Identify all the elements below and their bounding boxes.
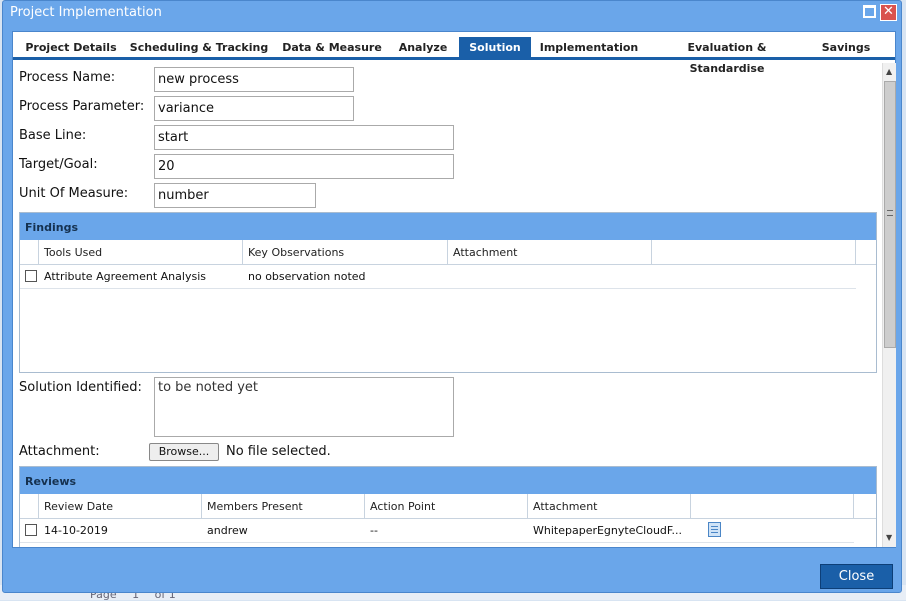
tab-bar: Project Details Scheduling & Tracking Da… (13, 32, 895, 75)
row-checkbox[interactable] (25, 524, 37, 536)
review-date-cell: 14-10-2019 (44, 524, 108, 537)
review-attachment-link[interactable]: WhitepaperEgnyteCloudF... (528, 519, 691, 542)
findings-col-tools[interactable]: Tools Used (39, 240, 243, 264)
findings-header: Tools Used Key Observations Attachment (20, 240, 876, 265)
row-checkbox[interactable] (25, 270, 37, 282)
findings-col-observations[interactable]: Key Observations (243, 240, 448, 264)
findings-title: Findings (20, 213, 876, 240)
unit-of-measure-field[interactable]: number (154, 183, 316, 208)
review-action-cell: -- (370, 524, 378, 537)
table-row[interactable]: Attribute Agreement Analysis no observat… (20, 265, 856, 289)
dialog-panel: Project Details Scheduling & Tracking Da… (12, 31, 896, 548)
target-goal-label: Target/Goal: (19, 157, 98, 172)
findings-tool-cell: Attribute Agreement Analysis (44, 270, 206, 283)
process-parameter-field[interactable]: variance (154, 96, 354, 121)
scrollbar-thumb[interactable] (884, 81, 896, 348)
review-members-cell: andrew (207, 524, 248, 537)
findings-attachment-cell (448, 265, 652, 288)
maximize-icon[interactable] (863, 5, 876, 18)
tab-solution[interactable]: Solution (459, 37, 531, 60)
tab-project-details[interactable]: Project Details (21, 37, 121, 60)
reviews-col-extra (691, 494, 854, 518)
attachment-label: Attachment: (19, 444, 100, 459)
tab-implementation[interactable]: Implementation (537, 37, 641, 60)
findings-observation-cell: no observation noted (248, 270, 366, 283)
reviews-select-header (20, 494, 39, 518)
reviews-header: Review Date Members Present Action Point… (20, 494, 876, 519)
file-status-text: No file selected. (226, 444, 331, 459)
process-name-label: Process Name: (19, 70, 116, 85)
findings-grid: Findings Tools Used Key Observations Att… (19, 212, 877, 373)
chevron-down-icon[interactable]: ▼ (886, 533, 892, 542)
dialog-title: Project Implementation (10, 5, 162, 20)
close-icon[interactable]: ✕ (880, 4, 897, 21)
unit-of-measure-label: Unit Of Measure: (19, 186, 129, 201)
process-name-field[interactable]: new process (154, 67, 354, 92)
tab-data-measure[interactable]: Data & Measure (279, 37, 385, 60)
solution-identified-textarea[interactable]: to be noted yet (154, 377, 454, 437)
table-row[interactable]: 14-10-2019 andrew -- WhitepaperEgnyteClo… (20, 519, 854, 543)
grip-icon (887, 210, 893, 216)
reviews-title: Reviews (20, 467, 876, 494)
close-button[interactable]: Close (820, 564, 893, 589)
process-parameter-label: Process Parameter: (19, 99, 145, 114)
tab-analyze[interactable]: Analyze (393, 37, 453, 60)
base-line-label: Base Line: (19, 128, 87, 143)
dialog-titlebar[interactable]: Project Implementation ✕ (3, 1, 901, 25)
browse-button[interactable]: Browse... (149, 443, 219, 461)
findings-select-header (20, 240, 39, 264)
tab-savings[interactable]: Savings (813, 37, 879, 60)
target-goal-field[interactable]: 20 (154, 154, 454, 179)
tab-evaluation-standardise[interactable]: Evaluation & Standardise (651, 37, 803, 75)
reviews-grid: Reviews Review Date Members Present Acti… (19, 466, 877, 547)
document-icon[interactable] (708, 522, 721, 537)
reviews-col-attachment[interactable]: Attachment (528, 494, 691, 518)
project-implementation-dialog: Project Implementation ✕ Project Details… (2, 0, 902, 593)
findings-col-extra (652, 240, 856, 264)
reviews-col-members[interactable]: Members Present (202, 494, 365, 518)
solution-identified-label: Solution Identified: (19, 380, 142, 395)
reviews-col-date[interactable]: Review Date (39, 494, 202, 518)
chevron-up-icon[interactable]: ▲ (886, 67, 892, 76)
vertical-scrollbar[interactable]: ▲ ▼ (882, 63, 896, 547)
findings-col-attachment[interactable]: Attachment (448, 240, 652, 264)
tab-scheduling-tracking[interactable]: Scheduling & Tracking (129, 37, 269, 60)
solution-tab-content: Process Name: new process Process Parame… (13, 63, 882, 547)
base-line-field[interactable]: start (154, 125, 454, 150)
reviews-col-action[interactable]: Action Point (365, 494, 528, 518)
